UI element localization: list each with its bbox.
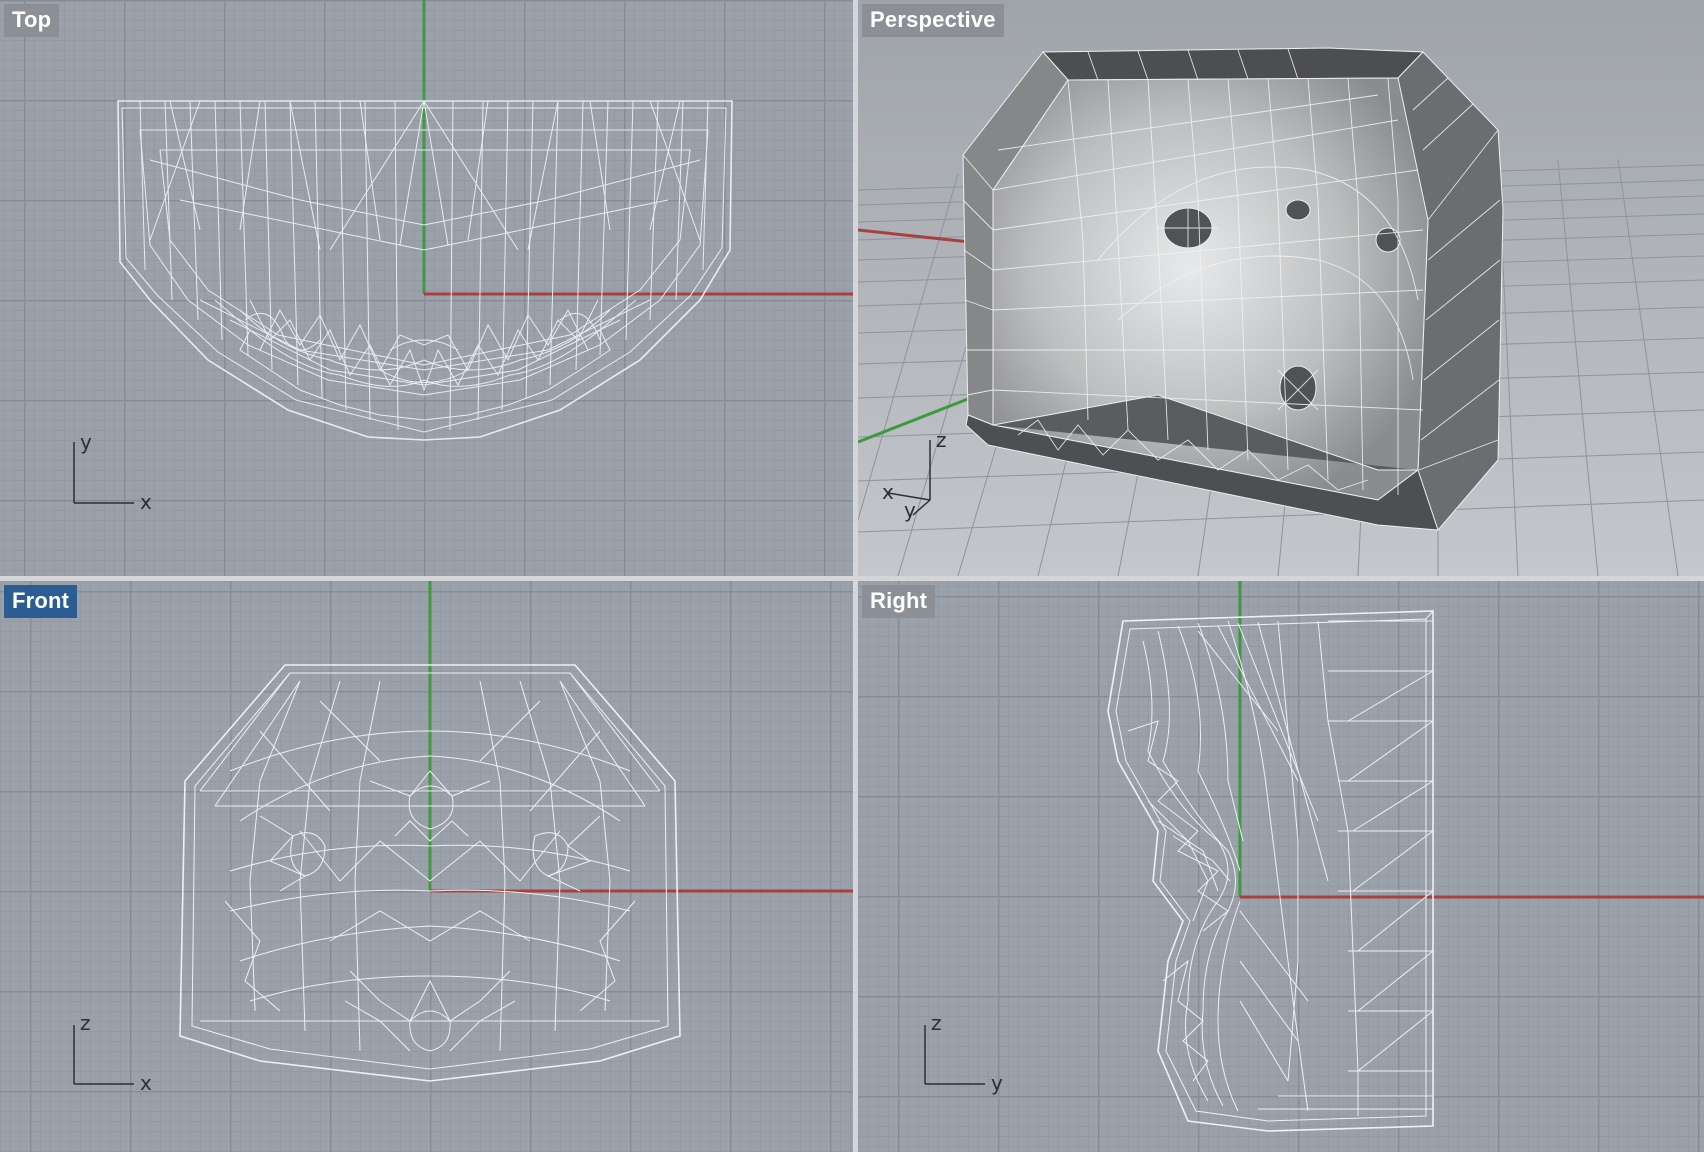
top-gizmo-label-x: x — [140, 490, 152, 514]
viewport-perspective[interactable]: Perspective z x y — [858, 0, 1704, 576]
viewport-title-top[interactable]: Top — [4, 4, 60, 37]
right-gizmo-label-z: z — [931, 1011, 942, 1035]
right-axis-gizmo — [924, 1025, 985, 1085]
right-gizmo-label-y: y — [991, 1071, 1003, 1095]
viewport-front[interactable]: Front z x — [0, 581, 853, 1152]
front-gizmo-label-x: x — [140, 1071, 152, 1095]
viewport-top[interactable]: Top y x — [0, 0, 853, 576]
viewport-title-right[interactable]: Right — [862, 585, 936, 618]
top-axis-gizmo — [73, 442, 134, 504]
viewport-title-perspective[interactable]: Perspective — [862, 4, 1004, 37]
perspective-axis-gizmo — [887, 440, 931, 516]
persp-gizmo-label-x: x — [882, 480, 894, 504]
front-axis-gizmo — [73, 1025, 134, 1085]
top-gizmo-label-y: y — [80, 430, 92, 454]
persp-gizmo-label-y: y — [904, 498, 916, 522]
viewport-right[interactable]: Right z y — [858, 581, 1704, 1152]
front-gizmo-label-z: z — [80, 1011, 91, 1035]
persp-gizmo-label-z: z — [936, 428, 947, 452]
viewport-title-front[interactable]: Front — [4, 585, 78, 618]
